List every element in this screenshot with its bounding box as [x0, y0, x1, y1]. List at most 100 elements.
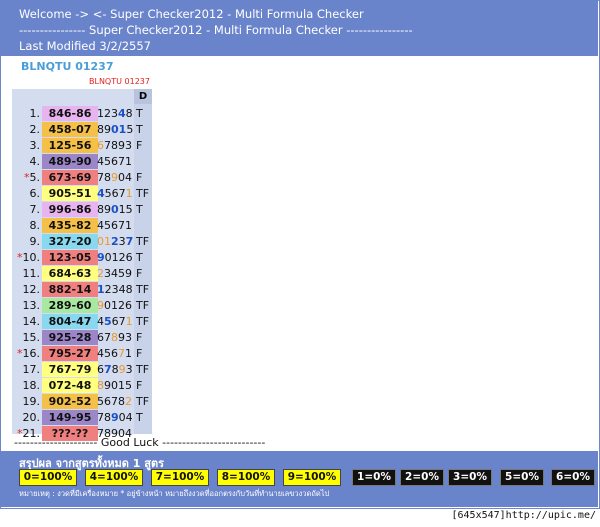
- row-number: 17.: [12, 362, 41, 378]
- row-index: 19.: [22, 395, 41, 408]
- row-number: 2.: [12, 122, 41, 138]
- predicted-digit: 6: [111, 315, 119, 328]
- result-pair: 795-27: [42, 346, 98, 361]
- predicted-digits: 01237: [97, 234, 133, 250]
- welcome-title: Welcome -> <- Super Checker2012 - Multi …: [19, 7, 364, 21]
- predicted-digit: 9: [104, 379, 111, 392]
- predicted-digit: 5: [126, 123, 134, 136]
- predicted-digits: 56782: [97, 394, 132, 410]
- result-pair: 489-90: [42, 154, 98, 169]
- row-index: 4.: [29, 155, 41, 168]
- predicted-digit: 8: [111, 331, 118, 344]
- predicted-digit: 0: [104, 299, 111, 312]
- result-tag: TF: [136, 299, 150, 312]
- predicted-digit: 3: [111, 283, 119, 296]
- predicted-digit: 5: [104, 187, 112, 200]
- predicted-digits: 67893: [97, 330, 132, 346]
- predicted-digit: 9: [97, 299, 104, 312]
- predicted-digit: 2: [111, 235, 119, 248]
- predicted-digit: 9: [118, 363, 126, 376]
- predicted-digit: 8: [125, 283, 133, 296]
- row-index: 2.: [29, 123, 41, 136]
- row-index: 13.: [22, 299, 41, 312]
- predicted-digit: 1: [125, 155, 132, 168]
- predicted-digit: 6: [97, 363, 104, 376]
- result-pair: 289-60: [42, 298, 98, 313]
- row-index: 14.: [22, 315, 41, 328]
- predicted-digit: 8: [111, 139, 118, 152]
- predicted-digits: 45671: [97, 186, 133, 202]
- predicted-digit: 4: [125, 411, 133, 424]
- row-number: *16.: [12, 346, 40, 362]
- predicted-digit: 1: [125, 187, 133, 200]
- result-tag: F: [136, 347, 143, 360]
- predicted-digits: 45671: [97, 346, 132, 362]
- predicted-digit: 7: [125, 235, 134, 248]
- predicted-digit: 8: [125, 107, 133, 120]
- predicted-digit: 6: [125, 251, 133, 264]
- result-tag: TF: [136, 283, 150, 296]
- summary-badge: 5=0%: [500, 469, 544, 486]
- predicted-digit: 3: [125, 363, 133, 376]
- row-number: 19.: [12, 394, 41, 410]
- predicted-digit: 3: [111, 107, 118, 120]
- predicted-digit: 9: [118, 139, 125, 152]
- predicted-digits: 78904: [97, 170, 132, 186]
- result-pair: 458-07: [42, 122, 98, 137]
- formula-id-small: BLNQTU 01237: [89, 77, 150, 86]
- predicted-digit: 6: [97, 139, 104, 152]
- predicted-digit: 1: [118, 379, 125, 392]
- predicted-digit: 4: [118, 283, 126, 296]
- summary-badge: 2=0%: [400, 469, 444, 486]
- predicted-digits: 23459: [97, 266, 132, 282]
- predicted-digit: 2: [118, 299, 125, 312]
- result-pair: 435-82: [42, 218, 98, 233]
- predicted-digits: 67893: [97, 362, 133, 378]
- predicted-digit: 9: [111, 171, 118, 184]
- row-index: 20.: [22, 411, 41, 424]
- predicted-digit: 0: [118, 411, 126, 424]
- result-tag: TF: [136, 187, 150, 200]
- d-column-header: D: [134, 89, 152, 104]
- predicted-digit: 5: [104, 219, 111, 232]
- predicted-digits: 45671: [97, 218, 132, 234]
- row-number: 11.: [12, 266, 41, 282]
- result-tag: T: [136, 203, 143, 216]
- predicted-digit: 7: [118, 315, 126, 328]
- summary-badge: 3=0%: [448, 469, 492, 486]
- predicted-digit: 4: [97, 155, 104, 168]
- result-pair: 149-95: [42, 410, 98, 425]
- page-header: Welcome -> <- Super Checker2012 - Multi …: [0, 0, 598, 56]
- predicted-digit: 1: [111, 299, 118, 312]
- watermark-text: [645x547]http://upic.me/: [451, 510, 597, 521]
- predicted-digits: 90126: [97, 298, 132, 314]
- summary-badge: 4=100%: [85, 469, 143, 486]
- summary-badge: 8=100%: [217, 469, 275, 486]
- result-tag: T: [136, 251, 143, 264]
- result-pair: 804-47: [42, 314, 98, 329]
- predicted-digit: 5: [118, 267, 125, 280]
- predicted-digit: 8: [118, 395, 125, 408]
- footnote: หมายเหตุ : งวดที่มีเครื่องหมาย * อยู่ข้า…: [19, 489, 330, 498]
- predicted-digit: 1: [111, 251, 119, 264]
- predicted-digit: 7: [118, 187, 126, 200]
- predicted-digits: 89015: [97, 378, 132, 394]
- predicted-digit: 7: [111, 395, 118, 408]
- predicted-digit: 1: [118, 203, 126, 216]
- result-tag: F: [136, 267, 143, 280]
- predicted-digit: 6: [104, 395, 111, 408]
- predicted-digit: 5: [104, 347, 111, 360]
- predicted-digit: 5: [125, 379, 132, 392]
- row-index: 18.: [22, 379, 41, 392]
- row-index: 9.: [29, 235, 41, 248]
- predicted-digit: 5: [97, 395, 104, 408]
- predicted-digit: 4: [111, 267, 118, 280]
- predicted-digits: 12348: [97, 282, 133, 298]
- predicted-digit: 1: [125, 315, 133, 328]
- row-number: 1.: [12, 106, 41, 122]
- predicted-digit: 1: [97, 283, 105, 296]
- predicted-digit: 8: [104, 171, 111, 184]
- predicted-digits: 12348: [97, 106, 133, 122]
- summary-badge: 6=0%: [551, 469, 595, 486]
- predicted-digit: 7: [104, 363, 112, 376]
